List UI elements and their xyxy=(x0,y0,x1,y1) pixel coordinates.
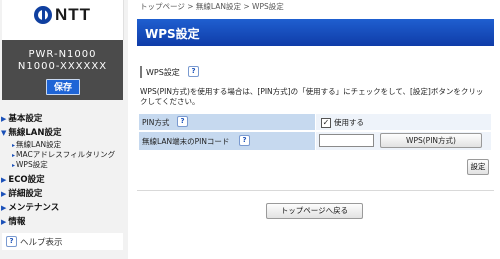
triangle-down-icon: ▼ xyxy=(1,129,7,137)
help-icon[interactable]: ? xyxy=(188,66,199,77)
logo-text: NTT xyxy=(55,5,92,24)
device-info-panel: PWR-N1000 N1000-XXXXXX 保存 xyxy=(2,40,123,100)
sidebar-item-maintenance[interactable]: ▶ メンテナンス xyxy=(1,201,59,213)
sidebar-subitem-label: 無線LAN設定 xyxy=(16,140,62,149)
help-icon: ? xyxy=(6,236,17,247)
section-description: WPS(PIN方式)を使用する場合は、[PIN方式]の「使用する」にチェックをし… xyxy=(140,87,484,106)
sidebar-subitem-label: MACアドレスフィルタリング xyxy=(16,150,116,159)
pin-method-checkbox-label: 使用する xyxy=(334,118,364,127)
sidebar-item-eco[interactable]: ▶ ECO設定 xyxy=(1,173,45,185)
page-title: WPS設定 xyxy=(145,27,200,41)
pin-method-checkbox[interactable]: ✓ xyxy=(321,118,331,128)
help-display-label: ヘルプ表示 xyxy=(20,238,63,248)
sidebar-item-basic[interactable]: ▶ 基本設定 xyxy=(1,112,42,124)
device-name: N1000-XXXXXX xyxy=(17,61,108,72)
bullet-icon: ▸ xyxy=(12,152,16,159)
pin-method-label: PIN方式 xyxy=(142,118,170,127)
sidebar-item-label: 情報 xyxy=(8,217,26,227)
triangle-right-icon: ▶ xyxy=(1,204,7,212)
sidebar-item-advanced[interactable]: ▶ 詳細設定 xyxy=(1,187,42,199)
pin-code-input[interactable] xyxy=(319,134,374,147)
sidebar-item-label: メンテナンス xyxy=(8,203,60,213)
bullet-icon: ▸ xyxy=(12,142,16,149)
pin-method-value-cell: ✓ 使用する xyxy=(316,114,491,130)
section-marker xyxy=(140,66,142,78)
triangle-right-icon: ▶ xyxy=(1,190,7,198)
triangle-right-icon: ▶ xyxy=(1,115,7,123)
sidebar-item-label: 基本設定 xyxy=(8,114,43,124)
sidebar-subitem-wps[interactable]: ▸WPS設定 xyxy=(12,159,48,170)
sidebar-item-label: 詳細設定 xyxy=(8,189,43,199)
triangle-right-icon: ▶ xyxy=(1,218,7,226)
device-model: PWR-N1000 xyxy=(28,49,97,60)
pin-code-value-cell: WPS(PIN方式) xyxy=(316,132,491,150)
breadcrumb: トップページ > 無線LAN設定 > WPS設定 xyxy=(140,2,284,11)
pin-code-label-cell: 無線LAN端末のPINコード ? xyxy=(139,132,315,150)
help-icon[interactable]: ? xyxy=(239,135,250,146)
bullet-icon: ▸ xyxy=(12,162,16,169)
pin-code-label: 無線LAN端末のPINコード xyxy=(142,137,230,146)
wps-pin-button[interactable]: WPS(PIN方式) xyxy=(380,133,482,148)
section-title: WPS設定 xyxy=(146,68,180,77)
sidebar-item-label: ECO設定 xyxy=(8,175,45,185)
sidebar-item-wireless[interactable]: ▼ 無線LAN設定 xyxy=(1,126,62,138)
triangle-right-icon: ▶ xyxy=(1,176,7,184)
help-display-link[interactable]: ? ヘルプ表示 xyxy=(2,233,123,250)
sidebar-subitem-label: WPS設定 xyxy=(16,160,48,169)
logo: NTT xyxy=(2,0,124,40)
help-icon[interactable]: ? xyxy=(177,116,188,127)
back-to-top-button[interactable]: トップページへ戻る xyxy=(266,203,363,219)
divider xyxy=(137,190,494,191)
sidebar: NTT PWR-N1000 N1000-XXXXXX 保存 ▶ 基本設定 ▼ 無線L… xyxy=(0,0,128,259)
set-button[interactable]: 設定 xyxy=(467,159,489,175)
ntt-logo-icon xyxy=(34,6,52,24)
sidebar-item-info[interactable]: ▶ 情報 xyxy=(1,215,25,227)
save-button[interactable]: 保存 xyxy=(46,79,80,95)
title-banner: WPS設定 xyxy=(137,19,494,46)
pin-method-label-cell: PIN方式 ? xyxy=(139,114,315,130)
sidebar-item-label: 無線LAN設定 xyxy=(8,128,62,138)
